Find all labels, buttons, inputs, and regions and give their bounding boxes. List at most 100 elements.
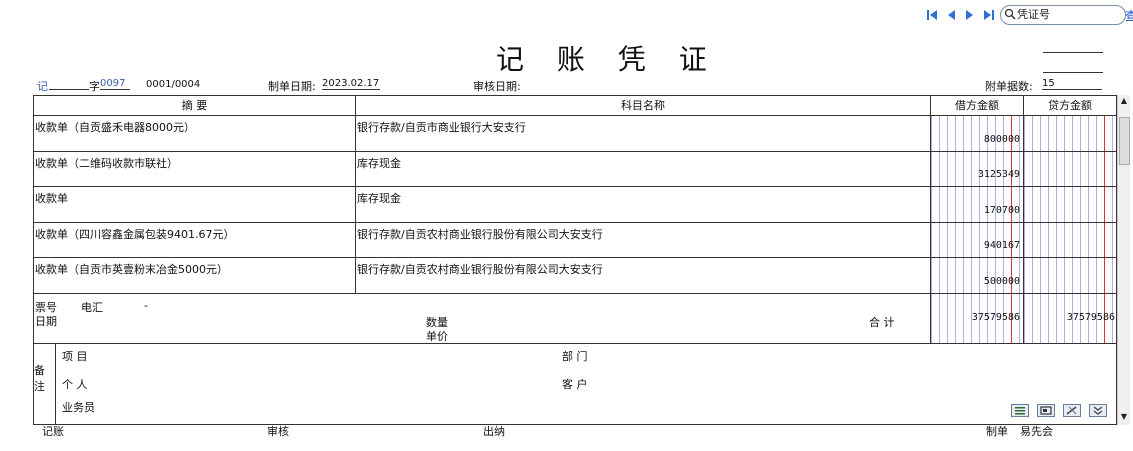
voucher-title: 记 账 凭 证: [496, 43, 719, 76]
header-summary: 摘 要: [34, 96, 356, 116]
salesman-label[interactable]: 业务员: [62, 399, 95, 415]
debit-amount-cell[interactable]: 940167: [931, 223, 1024, 258]
first-record-icon[interactable]: [925, 8, 939, 22]
cashier-label: 出纳: [483, 425, 505, 438]
summary-text: 收款单（自贡市英壹粉末冶金5000元）: [35, 263, 228, 276]
attach-count[interactable]: 15: [1042, 78, 1102, 90]
credit-amount-cell[interactable]: [1024, 152, 1116, 187]
header-debit-text: 借方金额: [955, 99, 999, 112]
remarks-label-cell: 备注: [34, 344, 56, 424]
entry-row-account[interactable]: 库存现金: [356, 152, 931, 187]
entry-row-summary[interactable]: 收款单（自贡盛禾电器8000元）: [34, 116, 356, 152]
audit-date-label: 审核日期:: [473, 80, 521, 93]
scroll-thumb[interactable]: [1119, 117, 1130, 165]
entry-row-summary[interactable]: 收款单: [34, 187, 356, 223]
remarks-label: 备注: [34, 364, 45, 393]
entry-row-summary[interactable]: 收款单（二维码收款市联社）: [34, 152, 356, 187]
decimal-divider: [1104, 258, 1105, 293]
entry-row-account[interactable]: 银行存款/自贡市商业银行大安支行: [356, 116, 931, 152]
scroll-down-arrow-icon[interactable]: ▼: [1119, 412, 1129, 422]
summary-text: 收款单（二维码收款市联社）: [35, 157, 178, 170]
date-label: 日期: [35, 315, 57, 328]
debit-amount-cell[interactable]: 3125349: [931, 152, 1024, 187]
credit-amount-cell[interactable]: [1024, 223, 1116, 258]
audit-signature-label: 审核: [267, 425, 289, 438]
total-debit: 37579586: [971, 312, 1020, 323]
debit-amount-cell[interactable]: 800000: [931, 116, 1024, 152]
total-label: 合 计: [869, 316, 895, 329]
total-credit-cell: 37579586: [1024, 294, 1116, 344]
next-record-icon[interactable]: [963, 8, 977, 22]
debit-amount: 940167: [983, 240, 1020, 251]
debit-amount: 3125349: [977, 169, 1020, 180]
entry-row-summary[interactable]: 收款单（自贡市英壹粉末冶金5000元）: [34, 258, 356, 294]
query-link[interactable]: 查: [1125, 7, 1133, 24]
total-credit: 37579586: [1066, 312, 1115, 323]
page-info: 0001/0004: [146, 79, 201, 90]
decimal-divider: [1104, 152, 1105, 186]
made-date[interactable]: 2023.02.17: [322, 78, 380, 90]
tools-icon[interactable]: [1063, 404, 1081, 417]
account-text: 银行存款/自贡农村商业银行股份有限公司大安支行: [357, 228, 603, 241]
total-debit-cell: 37579586: [931, 294, 1024, 344]
voucher-entry-table: 摘 要 科目名称 借方金额 贷方金额 收款单（自贡盛禾电器8000元） 银行存款…: [33, 95, 1117, 425]
ticket-value[interactable]: 电汇: [81, 299, 103, 315]
word-label: 字: [89, 80, 100, 93]
entry-row-account[interactable]: 银行存款/自贡农村商业银行股份有限公司大安支行: [356, 223, 931, 258]
customer-label[interactable]: 客 户: [562, 376, 588, 392]
attach-count-label: 附单据数:: [985, 80, 1033, 93]
voucher-type-underline: [49, 89, 89, 90]
scroll-up-arrow-icon[interactable]: ▲: [1119, 96, 1129, 106]
maker-name: 易先会: [1020, 425, 1053, 438]
prev-record-icon[interactable]: [944, 8, 958, 22]
voucher-search-box[interactable]: [1000, 5, 1126, 25]
entry-row-summary[interactable]: 收款单（四川容鑫金属包装9401.67元）: [34, 223, 356, 258]
vertical-scrollbar[interactable]: ▲ ▼: [1117, 95, 1130, 425]
credit-amount-cell[interactable]: [1024, 116, 1116, 152]
header-debit: 借方金额: [931, 96, 1024, 116]
debit-amount: 170700: [983, 205, 1020, 216]
header-summary-text: 摘 要: [181, 99, 208, 112]
bookkeep-label: 记账: [42, 425, 64, 438]
decimal-divider: [1104, 116, 1105, 151]
credit-amount-cell[interactable]: [1024, 187, 1116, 223]
unit-price-label: 单价: [426, 330, 448, 343]
summary-text: 收款单（自贡盛禾电器8000元）: [35, 121, 195, 134]
last-record-icon[interactable]: [982, 8, 996, 22]
debit-amount: 800000: [983, 134, 1020, 145]
decimal-divider: [1104, 223, 1105, 257]
decor-line: [1043, 52, 1103, 53]
voucher-footer-info: 票号 电汇 - 日期 数量 单价 合 计: [34, 294, 931, 344]
voucher-number[interactable]: 0097: [100, 78, 130, 90]
summary-text: 收款单（四川容鑫金属包装9401.67元）: [35, 228, 235, 241]
decor-line: [1043, 72, 1103, 73]
card-view-icon[interactable]: [1037, 404, 1055, 417]
search-icon: [1004, 8, 1016, 20]
header-credit-text: 贷方金额: [1048, 99, 1092, 112]
credit-amount-cell[interactable]: [1024, 258, 1116, 294]
debit-amount: 500000: [983, 276, 1020, 287]
debit-amount-cell[interactable]: 170700: [931, 187, 1024, 223]
debit-amount-cell[interactable]: 500000: [931, 258, 1024, 294]
voucher-type[interactable]: 记: [37, 78, 48, 94]
department-label[interactable]: 部 门: [562, 348, 588, 364]
collapse-icon[interactable]: [1089, 404, 1107, 417]
list-view-icon[interactable]: [1011, 404, 1029, 417]
header-account: 科目名称: [356, 96, 931, 116]
project-label[interactable]: 项 目: [62, 348, 88, 364]
voucher-search-input[interactable]: [1017, 7, 1117, 21]
header-account-text: 科目名称: [621, 99, 665, 112]
made-date-label: 制单日期:: [268, 80, 316, 93]
ticket-dash: -: [144, 299, 148, 312]
account-text: 银行存款/自贡农村商业银行股份有限公司大安支行: [357, 263, 603, 276]
summary-text: 收款单: [35, 192, 68, 205]
decimal-divider: [1104, 187, 1105, 222]
entry-row-account[interactable]: 银行存款/自贡农村商业银行股份有限公司大安支行: [356, 258, 931, 294]
account-text: 库存现金: [357, 157, 401, 170]
person-label[interactable]: 个 人: [62, 376, 88, 392]
account-text: 银行存款/自贡市商业银行大安支行: [357, 121, 526, 134]
maker-label: 制单: [986, 425, 1008, 438]
entry-row-account[interactable]: 库存现金: [356, 187, 931, 223]
header-credit: 贷方金额: [1024, 96, 1116, 116]
account-text: 库存现金: [357, 192, 401, 205]
